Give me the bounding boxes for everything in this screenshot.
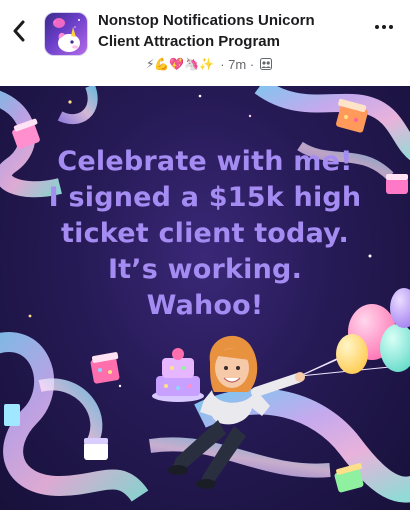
post-background-image[interactable]: Celebrate with me! I signed a $15k high … [0,86,410,510]
more-options-button[interactable] [372,18,396,36]
post-line: Wahoo! [146,290,264,321]
post-line: I signed a $15k high [48,182,362,213]
post-line: It’s working. [107,254,303,285]
cake-bottomleft-small [84,438,108,460]
post-line: Celebrate with me! [57,146,353,177]
cake-bottomleft [90,352,120,384]
author-emojis: ⚡💪💖🦄✨ [146,57,215,71]
unicorn-icon [53,18,80,52]
ellipsis-dot [375,25,379,29]
group-icon [260,58,273,70]
ellipsis-dot [382,25,386,29]
cake-bottomleft-edge [4,404,20,426]
group-avatar[interactable] [44,12,88,56]
post-header: Nonstop Notifications Unicorn Client Att… [0,0,410,86]
cake-held [152,348,204,402]
back-button[interactable] [8,18,30,44]
chevron-left-icon [13,20,25,42]
post-line: ticket client today. [61,218,349,249]
group-title-line2: Client Attraction Program [98,33,280,50]
post-message: Celebrate with me! I signed a $15k high … [20,144,390,324]
group-title-line1: Nonstop Notifications Unicorn [98,12,315,29]
group-title[interactable]: Nonstop Notifications Unicorn Client Att… [98,10,368,52]
ellipsis-dot [389,25,393,29]
post-meta: ⚡💪💖🦄✨ · 7m · [146,55,273,73]
post-time[interactable]: · 7m · [220,57,254,72]
cake-bottomright [334,463,364,493]
